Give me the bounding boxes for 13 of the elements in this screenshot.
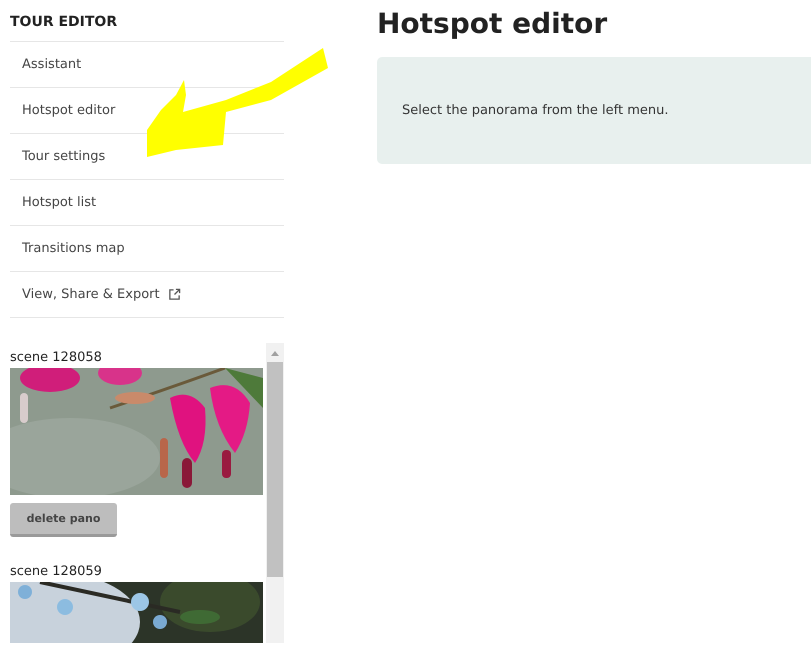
scroll-up-icon[interactable] [271,351,279,356]
menu-item[interactable]: Transitions map [10,226,284,272]
page-heading: Hotspot editor [377,6,608,42]
scrollbar[interactable] [266,343,284,643]
sidebar-title: TOUR EDITOR [10,13,118,32]
info-message: Select the panorama from the left menu. [377,57,811,164]
menu-item[interactable]: Hotspot list [10,180,284,226]
menu-item[interactable]: View, Share & Export [10,272,284,318]
scrollbar-thumb[interactable] [267,362,283,577]
external-link-icon [168,288,181,301]
scene-label: scene 128059 [10,563,102,581]
scene-label: scene 128058 [10,349,102,367]
delete-button[interactable]: delete pano [10,503,117,537]
